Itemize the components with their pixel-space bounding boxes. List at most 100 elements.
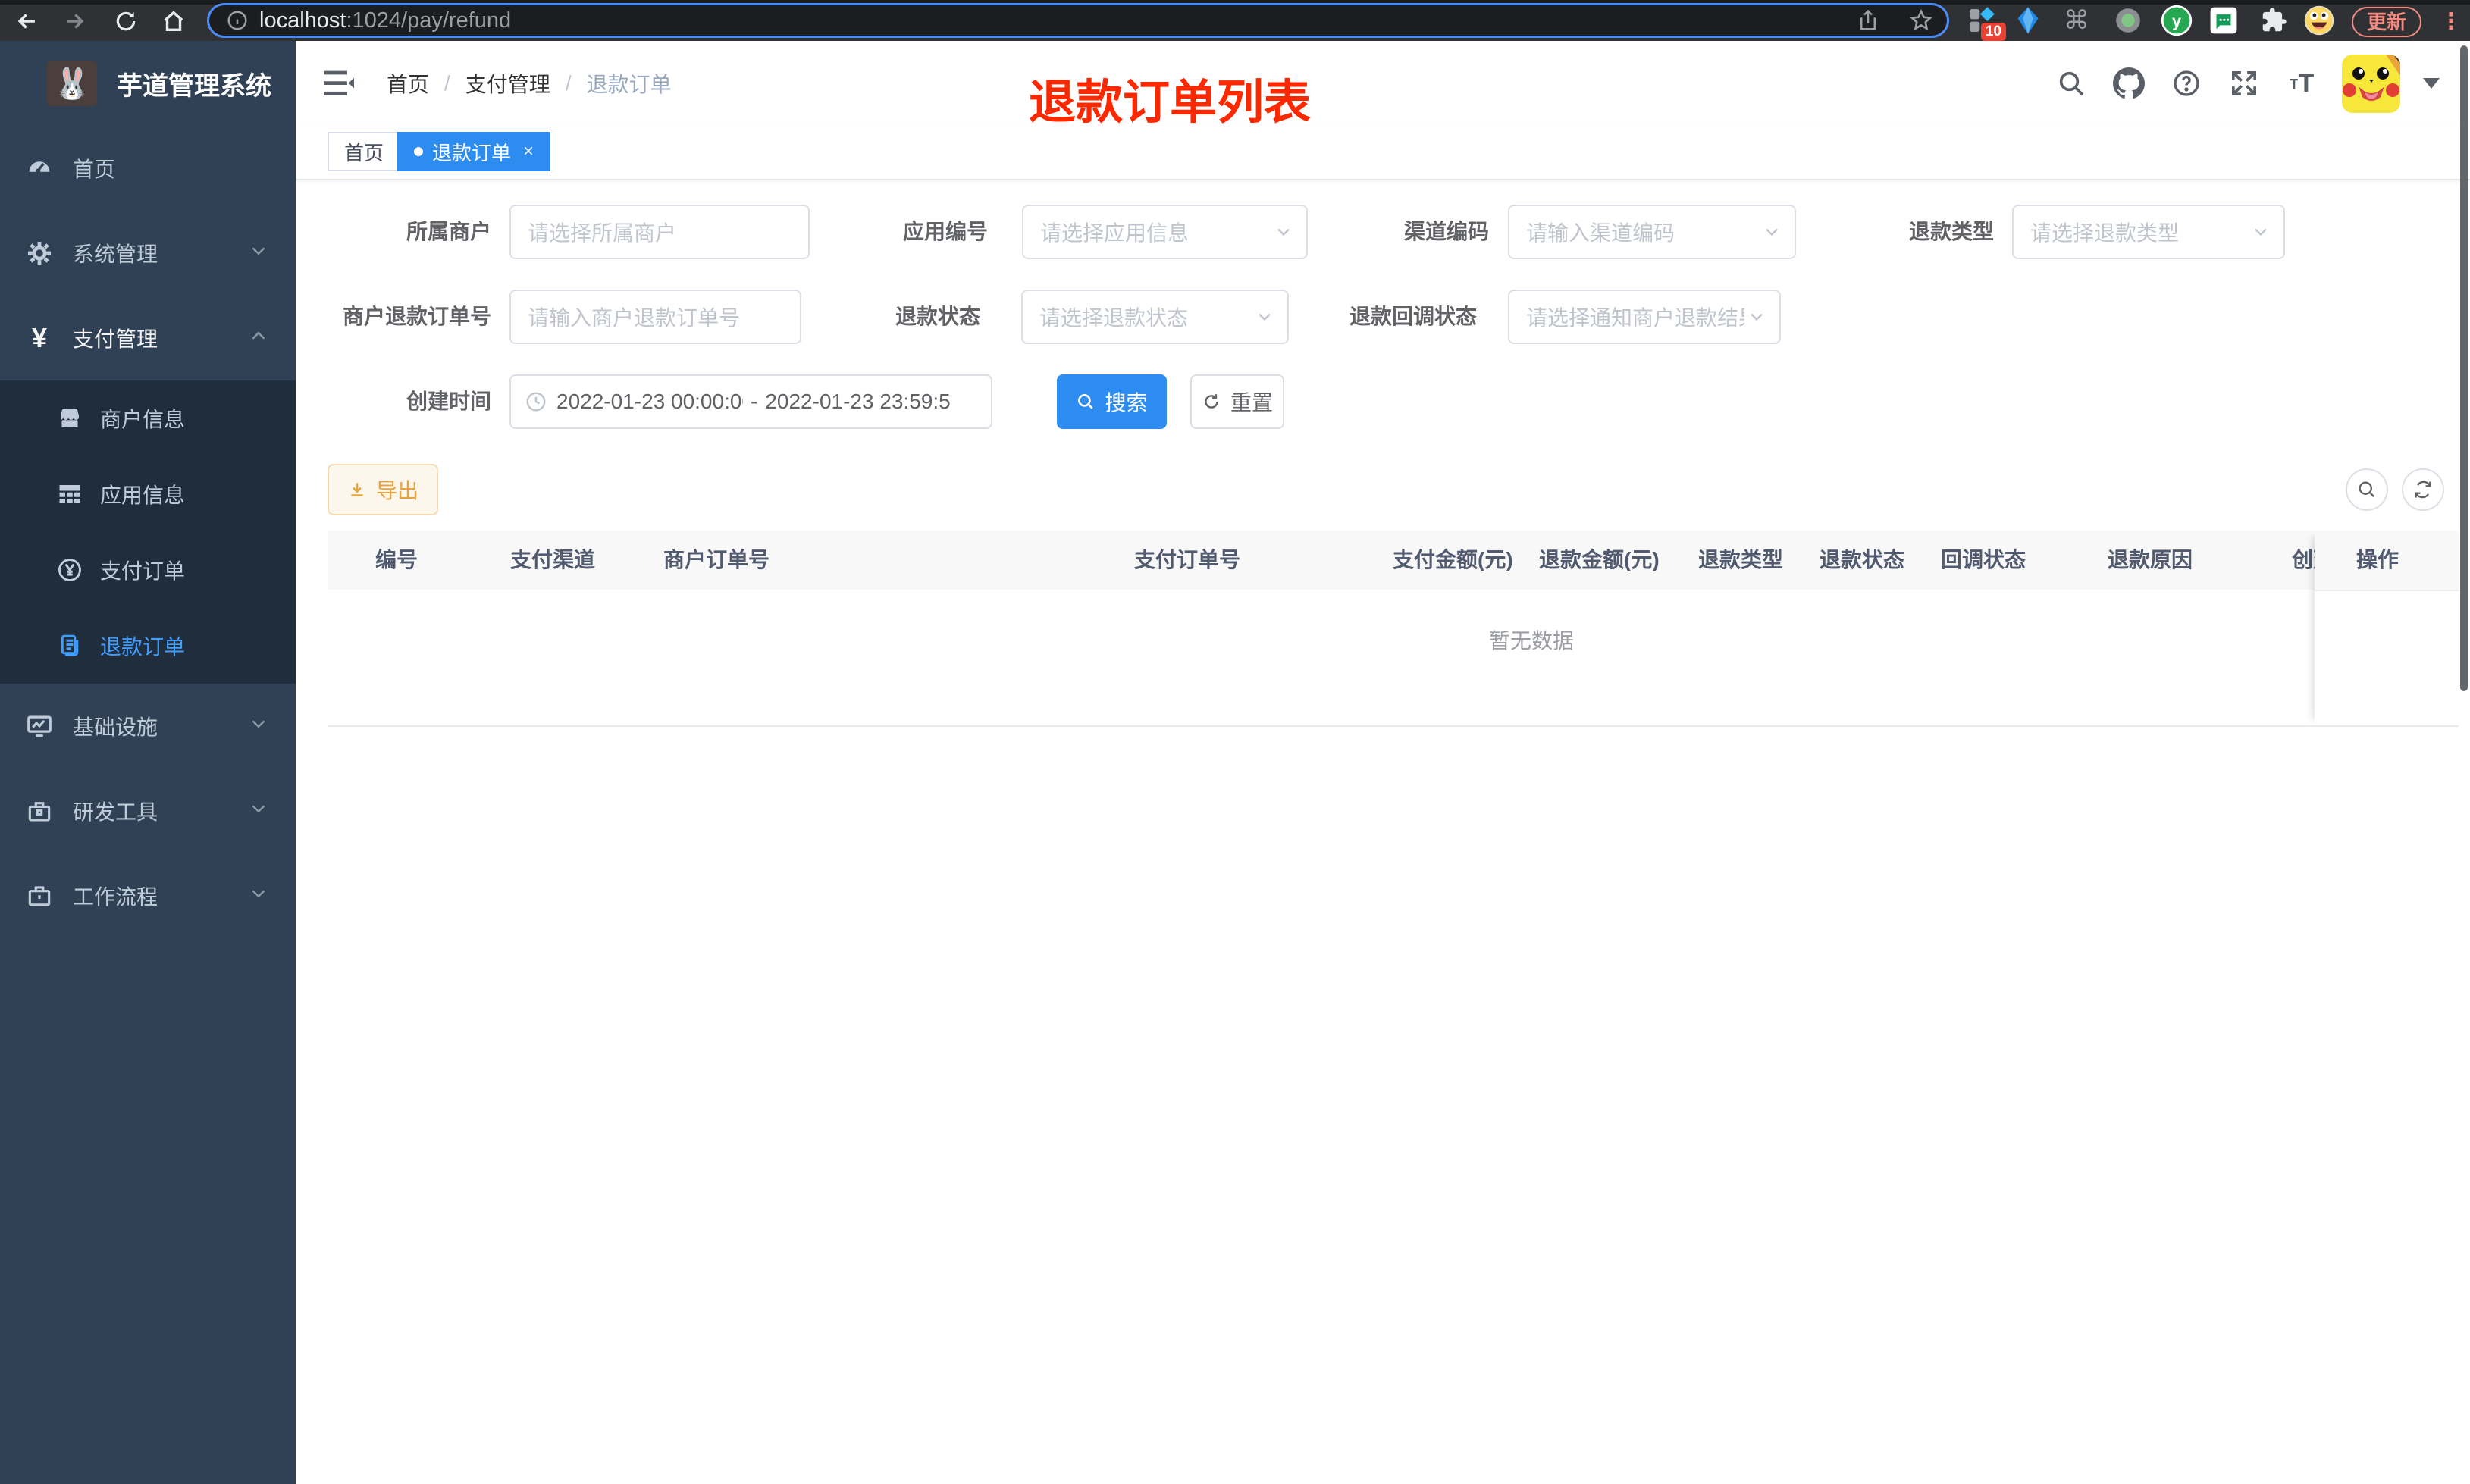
- show-search-toggle-button[interactable]: [2346, 468, 2388, 511]
- extension-y-button[interactable]: y: [2158, 3, 2196, 38]
- font-size-button[interactable]: тT: [2284, 66, 2319, 101]
- sidebar-item-dev-tools[interactable]: 研发工具: [0, 769, 296, 853]
- sidebar-item-pay-order[interactable]: 支付订单: [0, 532, 296, 608]
- help-button[interactable]: [2169, 66, 2204, 101]
- breadcrumb-section[interactable]: 支付管理: [465, 68, 550, 99]
- tab-close-icon[interactable]: ×: [523, 141, 534, 162]
- bookmark-button[interactable]: [1904, 5, 1938, 36]
- placeholder: 请选择退款类型: [2030, 221, 2180, 245]
- empty-state-text: 暂无数据: [1488, 629, 1574, 653]
- sidebar-item-home[interactable]: 首页: [0, 126, 296, 211]
- column-header: 商户订单号: [663, 548, 770, 571]
- filter-label-refund-type: 退款类型: [1908, 220, 1994, 243]
- tab-refund-order[interactable]: 退款订单 ×: [397, 132, 551, 171]
- github-link-button[interactable]: [2111, 66, 2146, 101]
- placeholder: 请输入商户退款订单号: [528, 306, 741, 330]
- merchant-select[interactable]: 请选择所属商户: [509, 205, 810, 259]
- sidebar-item-merchant-info[interactable]: 商户信息: [0, 380, 296, 456]
- browser-update-button[interactable]: 更新: [2352, 7, 2422, 37]
- extension-gem-button[interactable]: [2009, 3, 2047, 38]
- reset-button[interactable]: 重置: [1190, 374, 1284, 429]
- extension-puzzle-button[interactable]: [2255, 3, 2293, 38]
- breadcrumb-home[interactable]: 首页: [387, 68, 429, 99]
- extension-emoji-button[interactable]: [2300, 3, 2338, 38]
- sidebar-item-refund-order[interactable]: 退款订单: [0, 608, 296, 684]
- github-icon: [2113, 67, 2145, 99]
- tab-label: 退款订单: [432, 141, 512, 164]
- sidebar-item-label: 应用信息: [100, 484, 186, 507]
- avatar-caret-icon[interactable]: [2423, 78, 2440, 89]
- fullscreen-button[interactable]: [2227, 66, 2262, 101]
- user-avatar[interactable]: [2342, 54, 2400, 113]
- logo-image: 🐰: [47, 61, 97, 106]
- chevron-down-icon: [247, 712, 270, 740]
- filter-label-refund-status: 退款状态: [895, 305, 980, 328]
- monitor-icon: [23, 709, 56, 743]
- column-header: 退款原因: [2108, 548, 2193, 571]
- browser-reload-button[interactable]: [109, 6, 143, 36]
- merchant-refund-no-input[interactable]: 请输入商户退款订单号: [509, 290, 801, 344]
- sidebar-item-system[interactable]: 系统管理: [0, 211, 296, 296]
- tab-home[interactable]: 首页: [328, 132, 401, 171]
- extension-chat-button[interactable]: [2205, 3, 2243, 38]
- range-end-value: 2022-01-23 23:59:59: [765, 390, 952, 413]
- page-header: 首页 / 支付管理 / 退款订单 退款订单列表 тT: [296, 41, 2470, 129]
- placeholder: 请选择通知商户退款结果的回调状态: [1526, 306, 1744, 330]
- app-logo[interactable]: 🐰 芋道管理系统: [0, 41, 296, 126]
- filter-label-create-time: 创建时间: [406, 390, 491, 413]
- sidebar-item-infra[interactable]: 基础设施: [0, 684, 296, 769]
- search-button[interactable]: 搜索: [1057, 374, 1167, 429]
- column-header: 编号: [375, 548, 418, 571]
- table-header: 编号 支付渠道 商户订单号 支付订单号 支付金额(元) 退款金额(元) 退款类型…: [328, 531, 2459, 591]
- sidebar-item-pay[interactable]: ¥ 支付管理: [0, 296, 296, 380]
- fullscreen-icon: [2232, 71, 2256, 95]
- column-header-truncated: 创建时间: [2292, 548, 2316, 571]
- placeholder: 请输入渠道编码: [1526, 221, 1675, 245]
- sidebar-item-label: 工作流程: [73, 885, 158, 909]
- refresh-icon: [2415, 481, 2431, 499]
- chevron-down-icon: [1254, 306, 1275, 331]
- page-scrollbar[interactable]: [2460, 45, 2468, 691]
- action-column-header: 操作: [2315, 531, 2459, 591]
- dashboard-icon: [23, 152, 56, 185]
- url-bar[interactable]: localhost:1024/pay/refund: [209, 5, 1947, 36]
- export-button[interactable]: 导出: [328, 464, 438, 515]
- extension-record-button[interactable]: [2109, 3, 2147, 38]
- channel-select[interactable]: 请输入渠道编码: [1508, 205, 1796, 259]
- info-icon: [227, 11, 247, 30]
- download-icon: [351, 483, 363, 496]
- placeholder: 请选择退款状态: [1039, 306, 1189, 330]
- star-icon: [1909, 8, 1933, 31]
- window-edge: [0, 0, 2470, 5]
- extension-command-button[interactable]: ⌘: [2058, 3, 2095, 38]
- avatar-image: [2342, 54, 2400, 113]
- app-select[interactable]: 请选择应用信息: [1022, 205, 1308, 259]
- extension-grid-button[interactable]: 10: [1962, 3, 2006, 41]
- search-icon: [1078, 394, 1094, 409]
- sidebar-item-label: 商户信息: [100, 408, 186, 431]
- tab-label: 首页: [344, 141, 384, 164]
- y-circle-icon: y: [2161, 5, 2193, 36]
- refresh-table-button[interactable]: [2402, 468, 2444, 511]
- breadcrumb-current: 退款订单: [586, 73, 672, 96]
- browser-forward-button[interactable]: [58, 6, 91, 36]
- sidebar-toggle-button[interactable]: [322, 67, 357, 100]
- sidebar-item-workflow[interactable]: 工作流程: [0, 853, 296, 938]
- main-area: 首页 / 支付管理 / 退款订单 退款订单列表 тT 首页 退款订单 × 所属商…: [296, 41, 2470, 1484]
- browser-menu-button[interactable]: ⋮: [2440, 6, 2462, 36]
- column-header: 支付订单号: [1134, 548, 1241, 571]
- clock-icon: [526, 392, 546, 412]
- emoji-face-icon: [2304, 5, 2334, 36]
- sidebar-item-app-info[interactable]: 应用信息: [0, 456, 296, 532]
- refund-status-select[interactable]: 请选择退款状态: [1021, 290, 1289, 344]
- share-button[interactable]: [1851, 5, 1885, 36]
- chevron-down-icon: [247, 797, 270, 825]
- notify-status-select[interactable]: 请选择通知商户退款结果的回调状态: [1508, 290, 1781, 344]
- header-search-button[interactable]: [2054, 66, 2089, 101]
- browser-home-button[interactable]: [157, 6, 190, 36]
- home-icon: [164, 11, 183, 32]
- chevron-down-icon: [1746, 306, 1767, 331]
- refund-type-select[interactable]: 请选择退款类型: [2012, 205, 2285, 259]
- create-time-range-picker[interactable]: 2022-01-23 00:00:00 - 2022-01-23 23:59:5…: [509, 374, 992, 429]
- browser-back-button[interactable]: [11, 6, 44, 36]
